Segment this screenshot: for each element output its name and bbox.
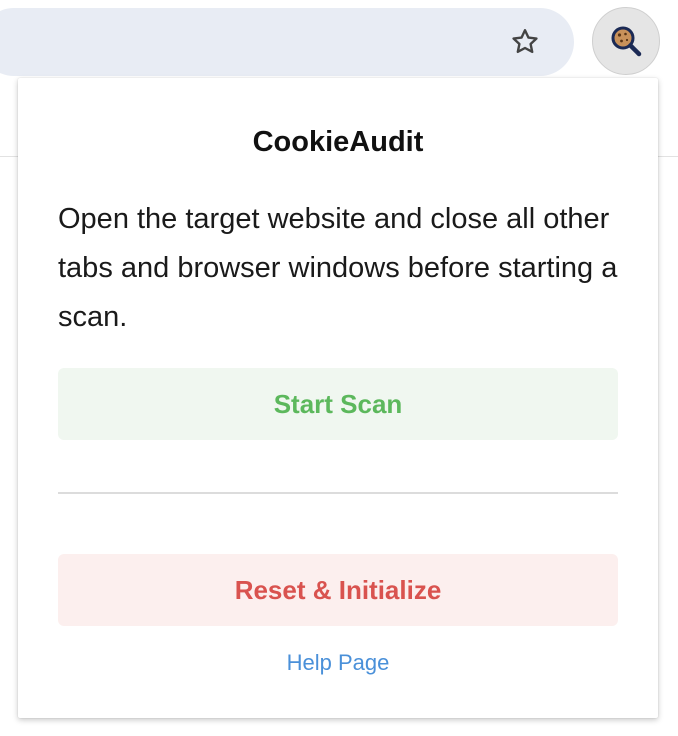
- bookmark-star-button[interactable]: [505, 22, 545, 62]
- reset-initialize-button[interactable]: Reset & Initialize: [58, 554, 618, 626]
- start-scan-button[interactable]: Start Scan: [58, 368, 618, 440]
- popup-title: CookieAudit: [252, 126, 424, 158]
- star-icon: [512, 29, 538, 54]
- instructions-text: Open the target website and close all ot…: [58, 203, 618, 333]
- extension-popup: CookieAudit Open the target website and …: [18, 78, 658, 718]
- section-divider: [58, 492, 618, 494]
- cookie-magnifier-icon: [611, 26, 642, 57]
- address-bar[interactable]: [0, 8, 574, 76]
- cookieaudit-extension-button[interactable]: [592, 7, 660, 75]
- help-page-link[interactable]: Help Page: [18, 650, 658, 676]
